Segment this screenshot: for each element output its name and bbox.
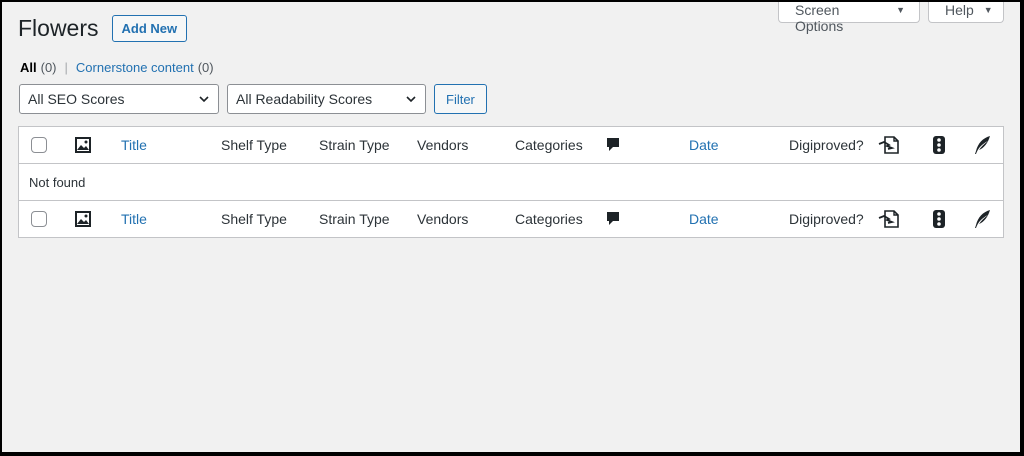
image-icon xyxy=(75,211,91,227)
page-title: Flowers xyxy=(18,15,99,41)
column-date[interactable]: Date xyxy=(689,127,719,163)
column-categories: Categories xyxy=(515,137,583,153)
column-title[interactable]: Title xyxy=(121,127,147,163)
traffic-light-icon xyxy=(933,210,945,228)
view-cornerstone-link[interactable]: Cornerstone content xyxy=(76,60,194,75)
chevron-down-icon xyxy=(406,96,416,103)
column-title-footer[interactable]: Title xyxy=(121,201,147,237)
table-footer-row: Title Shelf Type Strain Type Vendors Cat… xyxy=(19,200,1003,237)
select-all-checkbox[interactable] xyxy=(31,137,47,153)
view-cornerstone-count: (0) xyxy=(197,60,214,75)
filter-button[interactable]: Filter xyxy=(434,84,487,114)
add-new-button[interactable]: Add New xyxy=(111,14,188,42)
table-filters: All SEO Scores All Readability Scores Fi… xyxy=(19,84,487,114)
page-heading: Flowers Add New xyxy=(18,14,188,42)
column-shelf-type-footer: Shelf Type xyxy=(221,211,287,227)
column-strain-type-footer: Strain Type xyxy=(319,211,390,227)
column-digiproved-footer: Digiproved? xyxy=(789,211,864,227)
feather-icon xyxy=(975,210,990,228)
seo-score-value: All SEO Scores xyxy=(28,91,125,107)
column-categories-footer: Categories xyxy=(515,211,583,227)
posts-table: Title Shelf Type Strain Type Vendors Cat… xyxy=(18,126,1004,238)
digiproved-column-header xyxy=(878,127,900,163)
select-all-checkbox-footer[interactable] xyxy=(31,211,47,227)
seo-score-select[interactable]: All SEO Scores xyxy=(19,84,219,114)
select-all-cell xyxy=(31,201,47,237)
caret-down-icon: ▼ xyxy=(896,5,905,15)
select-all-cell xyxy=(31,127,47,163)
comment-icon xyxy=(607,138,619,151)
feather-icon xyxy=(975,136,990,154)
table-row: Not found xyxy=(19,164,1003,200)
screen-options-label: Screen Options xyxy=(795,2,844,34)
chevron-down-icon xyxy=(199,96,209,103)
readability-score-value: All Readability Scores xyxy=(236,91,373,107)
readability-column-footer xyxy=(932,201,946,237)
view-all-link[interactable]: All xyxy=(20,60,37,75)
column-strain-type: Strain Type xyxy=(319,137,390,153)
image-column-footer xyxy=(74,201,92,237)
column-vendors: Vendors xyxy=(417,137,469,153)
caret-down-icon: ▼ xyxy=(983,5,993,15)
comments-column-header[interactable] xyxy=(606,127,620,163)
image-icon xyxy=(75,137,91,153)
seo-column-header xyxy=(973,127,991,163)
table-header-row: Title Shelf Type Strain Type Vendors Cat… xyxy=(19,127,1003,164)
comment-icon xyxy=(607,212,619,225)
digiproved-doc-icon xyxy=(878,136,899,154)
column-shelf-type: Shelf Type xyxy=(221,137,287,153)
readability-column-header xyxy=(932,127,946,163)
view-separator: | xyxy=(64,60,68,75)
views-list: All (0) | Cornerstone content (0) xyxy=(20,60,214,75)
digiproved-column-footer xyxy=(878,201,900,237)
readability-score-select[interactable]: All Readability Scores xyxy=(227,84,426,114)
comments-column-footer[interactable] xyxy=(606,201,620,237)
help-label: Help xyxy=(945,2,974,18)
digiproved-doc-icon xyxy=(878,210,899,228)
column-vendors-footer: Vendors xyxy=(417,211,469,227)
seo-column-footer xyxy=(973,201,991,237)
screen-meta-links: Screen Options ▼ Help ▼ xyxy=(778,2,1004,34)
column-digiproved: Digiproved? xyxy=(789,137,864,153)
traffic-light-icon xyxy=(933,136,945,154)
column-date-footer[interactable]: Date xyxy=(689,201,719,237)
image-column-header xyxy=(74,127,92,163)
screen-options-tab[interactable]: Screen Options ▼ xyxy=(778,2,920,34)
view-all-count: (0) xyxy=(40,60,57,75)
wp-admin-frame: Screen Options ▼ Help ▼ Flowers Add New … xyxy=(2,2,1020,452)
empty-message: Not found xyxy=(29,174,86,190)
help-tab[interactable]: Help ▼ xyxy=(928,2,1004,23)
